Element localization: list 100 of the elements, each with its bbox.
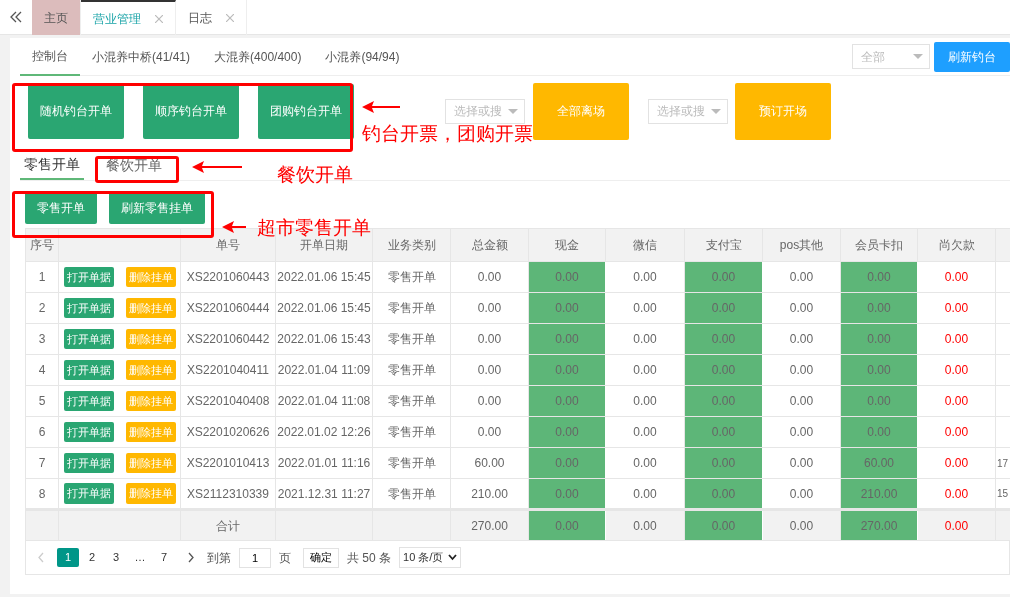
search-select[interactable]: 选择或搜: [445, 98, 525, 124]
open-button[interactable]: 打开单据: [63, 359, 114, 381]
next-icon[interactable]: [188, 552, 194, 563]
open-button[interactable]: 打开单据: [63, 452, 114, 474]
arrow-icon: [222, 220, 246, 234]
page-button[interactable]: 1: [57, 548, 79, 567]
table-cell: 2: [25, 292, 59, 324]
open-button[interactable]: 打开单据: [63, 483, 114, 504]
table-cell: XS2201010413: [180, 447, 276, 479]
table-cell: 0.00: [684, 416, 763, 448]
table-cell: 0.00: [762, 385, 841, 417]
table-cell: 0.00: [840, 385, 918, 417]
table-cell: 0.00: [528, 354, 606, 386]
delete-button[interactable]: 删除挂单: [125, 421, 176, 443]
table-cell: 0.00: [684, 323, 763, 355]
collapse-icon[interactable]: [10, 11, 22, 23]
caret-icon: [913, 54, 923, 59]
table-cell: 0.00: [684, 354, 763, 386]
table-cell: 2022.01.06 15:45: [275, 261, 373, 293]
table-cell: 2022.01.04 11:09: [275, 354, 373, 386]
page-button[interactable]: 3: [105, 548, 127, 567]
table-cell: 60.00: [840, 447, 918, 479]
table-cell: 4: [25, 354, 59, 386]
action-button[interactable]: 随机钓台开单: [28, 83, 124, 139]
total-count: 共 50 条: [347, 549, 391, 567]
table-cell: 2022.01.04 11:08: [275, 385, 373, 417]
table-cell: 270.00: [840, 509, 918, 541]
delete-button[interactable]: 删除挂单: [125, 390, 176, 412]
tab[interactable]: 小混养(94/94): [313, 37, 412, 76]
table-cell: 0.00: [528, 509, 606, 541]
annotation-text: 钓台开票，团购开票: [362, 124, 533, 143]
search-select[interactable]: 选择或搜: [648, 98, 728, 124]
table-cell: XS2201040408: [180, 385, 276, 417]
close-icon[interactable]: [226, 13, 234, 22]
page-button[interactable]: …: [129, 548, 151, 567]
delete-button[interactable]: 删除挂单: [125, 328, 176, 350]
table-cell: 0.00: [917, 416, 996, 448]
confirm-button[interactable]: 确定: [303, 547, 339, 568]
tab[interactable]: 小混养中桥(41/41): [80, 37, 203, 76]
delete-button[interactable]: 删除挂单: [125, 266, 176, 288]
page-size-select[interactable]: 10 条/页: [399, 547, 461, 568]
table-cell: 0.00: [528, 261, 606, 293]
table-cell: 60.00: [450, 447, 529, 479]
delete-button[interactable]: 删除挂单: [125, 483, 176, 504]
page-button[interactable]: 7: [153, 548, 175, 567]
table-cell: 零售开单: [372, 447, 451, 479]
page-input[interactable]: 1: [239, 547, 271, 568]
table-cell: 0.00: [917, 509, 996, 541]
table-cell: XS2201020626: [180, 416, 276, 448]
open-button[interactable]: 打开单据: [63, 390, 114, 412]
tab[interactable]: 营业管理: [81, 0, 176, 35]
table-cell: 0.00: [917, 261, 996, 293]
table-cell: 0.00: [762, 354, 841, 386]
table-cell: 0.00: [762, 261, 841, 293]
tab[interactable]: 主页: [32, 0, 81, 35]
table-cell: 1: [25, 261, 59, 293]
table-cell: 0.00: [840, 292, 918, 324]
action-button[interactable]: 预订开场: [735, 82, 831, 140]
close-icon[interactable]: [155, 14, 163, 23]
table-cell: XS2201060442: [180, 323, 276, 355]
table-cell: XS2201060443: [180, 261, 276, 293]
tab[interactable]: 日志: [176, 0, 247, 35]
table-cell: 0.00: [605, 354, 685, 386]
table-cell: 0.00: [762, 416, 841, 448]
table-cell: 0.00: [528, 323, 606, 355]
table-cell: XS2201060444: [180, 292, 276, 324]
prev-icon[interactable]: [38, 552, 44, 563]
action-button[interactable]: 顺序钓台开单: [143, 83, 239, 139]
open-button[interactable]: 打开单据: [63, 421, 114, 443]
table-cell: 0.00: [450, 416, 529, 448]
table-cell: 7: [25, 447, 59, 479]
table-cell: 3: [25, 323, 59, 355]
table-cell: 0.00: [450, 323, 529, 355]
open-button[interactable]: 打开单据: [63, 297, 114, 319]
table-cell: 0.00: [528, 416, 606, 448]
retail-button[interactable]: 零售开单: [25, 192, 97, 224]
refresh-button[interactable]: 刷新钓台: [934, 41, 1010, 72]
open-button[interactable]: 打开单据: [63, 266, 114, 288]
table-cell: 0.00: [917, 447, 996, 479]
tab[interactable]: 餐饮开单: [102, 151, 166, 180]
table-cell: 0.00: [840, 261, 918, 293]
table-cell: 0.00: [684, 509, 763, 541]
tab[interactable]: 零售开单: [20, 151, 84, 180]
table-cell: 零售开单: [372, 354, 451, 386]
delete-button[interactable]: 删除挂单: [125, 359, 176, 381]
open-button[interactable]: 打开单据: [63, 328, 114, 350]
tab[interactable]: 大混养(400/400): [202, 37, 314, 76]
tab[interactable]: 控制台: [20, 37, 80, 76]
action-button[interactable]: 全部离场: [533, 82, 629, 140]
table-cell: 0.00: [917, 323, 996, 355]
page-button[interactable]: 2: [81, 548, 103, 567]
table-cell: 0.00: [917, 385, 996, 417]
arrow-icon: [192, 160, 242, 174]
page-unit: 页: [279, 549, 291, 567]
delete-button[interactable]: 删除挂单: [125, 452, 176, 474]
retail-button[interactable]: 刷新零售挂单: [109, 192, 205, 224]
table-cell: 2022.01.06 15:45: [275, 292, 373, 324]
delete-button[interactable]: 删除挂单: [125, 297, 176, 319]
filter-select[interactable]: 全部: [852, 44, 930, 69]
table-cell: 0.00: [840, 323, 918, 355]
